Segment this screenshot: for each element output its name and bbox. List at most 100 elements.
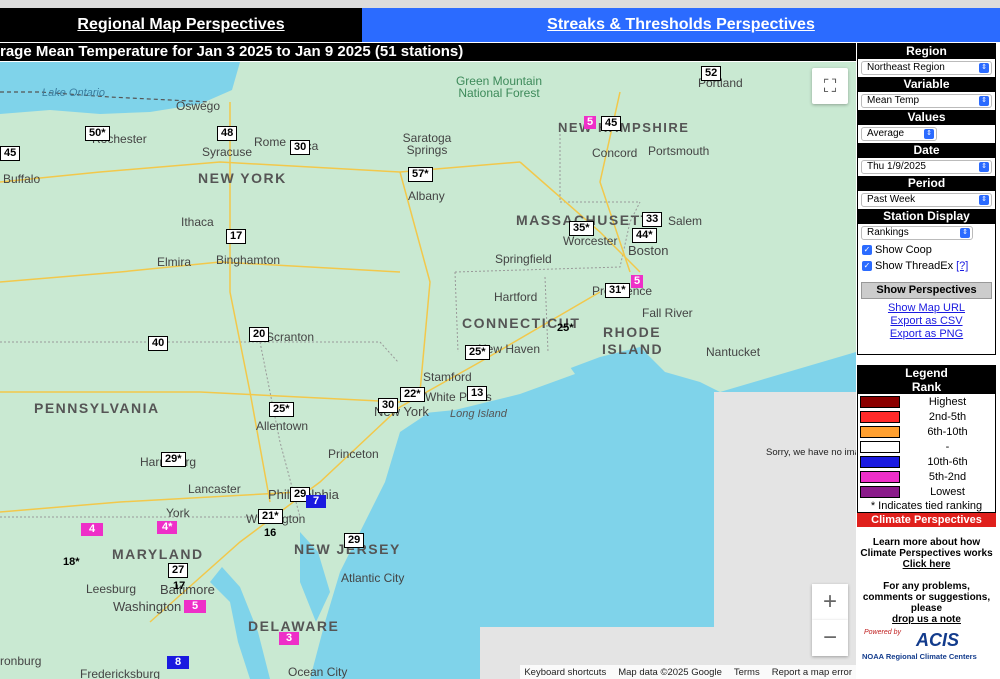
values-value: Average <box>867 128 905 139</box>
place-label: Long Island <box>450 408 507 420</box>
values-select[interactable]: Average ⇕ <box>861 127 937 141</box>
zoom-in-button[interactable]: + <box>812 584 848 620</box>
place-label: Lake Ontario <box>42 87 105 99</box>
info-block: Learn more about how Climate Perspective… <box>857 537 996 625</box>
period-select[interactable]: Past Week ⇕ <box>861 193 992 207</box>
station-marker[interactable]: 20 <box>249 327 270 342</box>
station-marker[interactable]: 25* <box>554 322 577 335</box>
place-label: Washington <box>113 599 182 614</box>
station-marker[interactable]: 5 <box>584 116 597 129</box>
date-select[interactable]: Thu 1/9/2025 ⇕ <box>861 160 992 174</box>
station-marker[interactable]: 4 <box>81 523 104 536</box>
station-marker[interactable]: 31* <box>605 283 630 298</box>
station-marker[interactable]: 50* <box>85 126 110 141</box>
acis-powered-text: Powered by <box>864 629 901 636</box>
report-error-link[interactable]: Report a map error <box>772 667 852 678</box>
station-marker[interactable]: 18* <box>60 556 83 569</box>
region-value: Northeast Region <box>867 62 945 73</box>
place-label: Buffalo <box>3 172 41 186</box>
terms-link[interactable]: Terms <box>734 667 760 678</box>
station-marker[interactable]: 3 <box>279 632 300 645</box>
show-map-url-link[interactable]: Show Map URL <box>858 302 995 315</box>
station-marker[interactable]: 45 <box>601 116 622 131</box>
station-marker[interactable]: 45 <box>0 146 21 161</box>
browser-chrome-strip <box>0 0 1000 8</box>
show-perspectives-button[interactable]: Show Perspectives <box>861 282 992 299</box>
perspective-tabs: Regional Map Perspectives Streaks & Thre… <box>0 8 1000 42</box>
station-marker[interactable]: 7 <box>306 495 327 508</box>
station-marker[interactable]: 44* <box>632 228 657 243</box>
acis-subtitle: NOAA Regional Climate Centers <box>862 652 977 661</box>
station-display-select[interactable]: Rankings ⇕ <box>861 226 973 240</box>
station-marker[interactable]: 13 <box>467 386 488 401</box>
station-marker[interactable]: 48 <box>217 126 238 141</box>
station-marker[interactable]: 5 <box>631 275 644 288</box>
tab-regional-map[interactable]: Regional Map Perspectives <box>0 8 362 42</box>
station-marker[interactable]: 35* <box>569 221 594 236</box>
place-label: Hartford <box>494 290 538 304</box>
station-marker[interactable]: 27 <box>168 563 189 578</box>
place-label: Springfield <box>495 252 552 266</box>
select-arrow-icon: ⇕ <box>979 96 989 106</box>
legend-row: Highest <box>858 394 995 409</box>
place-label: Elmira <box>157 255 192 269</box>
place-label: Albany <box>408 189 445 203</box>
date-heading: Date <box>858 143 995 158</box>
station-marker[interactable]: 4* <box>157 521 178 534</box>
legend-swatch <box>860 455 900 468</box>
export-png-link[interactable]: Export as PNG <box>858 328 995 341</box>
station-marker[interactable]: 30 <box>290 140 311 155</box>
station-marker[interactable]: 5 <box>184 600 207 613</box>
station-marker[interactable]: 40 <box>148 336 169 351</box>
station-marker[interactable]: 57* <box>408 167 433 182</box>
place-label: Concord <box>592 146 638 160</box>
threadex-help-link[interactable]: [?] <box>956 258 968 274</box>
climate-perspectives-bar: Climate Perspectives <box>857 513 996 527</box>
legend-label: 5th-2nd <box>928 470 967 483</box>
show-coop-checkbox[interactable]: ✓ Show Coop <box>858 242 995 258</box>
drop-note-link[interactable]: drop us a note <box>892 614 961 625</box>
tab-streaks-thresholds[interactable]: Streaks & Thresholds Perspectives <box>362 8 1000 42</box>
place-label: Worcester <box>563 234 618 248</box>
station-marker[interactable]: 17 <box>170 580 188 593</box>
station-marker[interactable]: 21* <box>258 509 283 524</box>
legend-swatch <box>860 440 900 453</box>
legend-label: Lowest <box>930 485 965 498</box>
variable-select[interactable]: Mean Temp ⇕ <box>861 94 992 108</box>
keyboard-shortcuts-link[interactable]: Keyboard shortcuts <box>524 667 606 678</box>
legend-label: Highest <box>928 395 967 408</box>
station-marker[interactable]: 52 <box>701 66 722 81</box>
select-arrow-icon: ⇕ <box>979 195 989 205</box>
region-select[interactable]: Northeast Region ⇕ <box>861 61 992 75</box>
select-arrow-icon: ⇕ <box>979 162 989 172</box>
show-threadex-checkbox[interactable]: ✓ Show ThreadEx [?] <box>858 258 995 274</box>
fullscreen-icon[interactable]: ⛶ <box>812 68 848 104</box>
place-label: Salem <box>668 214 703 228</box>
legend-label: 6th-10th <box>927 425 968 438</box>
map-attribution: Keyboard shortcuts Map data ©2025 Google… <box>520 665 856 679</box>
station-marker[interactable]: 22* <box>400 387 425 402</box>
legend-row: - <box>858 439 995 454</box>
variable-value: Mean Temp <box>867 95 920 106</box>
station-marker[interactable]: 16 <box>261 527 279 540</box>
map-area[interactable]: Lake Ontario Oswego Rochester Syracuse R… <box>0 62 856 679</box>
station-marker[interactable]: 29 <box>344 533 365 548</box>
select-arrow-icon: ⇕ <box>979 63 989 73</box>
station-marker[interactable]: 30 <box>378 398 399 413</box>
station-marker[interactable]: 17 <box>226 229 247 244</box>
legend-swatch <box>860 485 900 498</box>
station-marker[interactable]: 8 <box>167 656 190 669</box>
legend-title: Legend <box>858 366 995 380</box>
acis-logo: Powered by ACIS NOAA Regional Climate Ce… <box>860 625 990 663</box>
place-label: Green Mountain National Forest <box>455 74 543 100</box>
station-marker[interactable]: 25* <box>269 402 294 417</box>
station-marker[interactable]: 29* <box>161 452 186 467</box>
control-panel: Region Northeast Region ⇕ Variable Mean T… <box>857 43 996 355</box>
place-label: Stamford <box>423 370 472 384</box>
click-here-link[interactable]: Click here <box>903 559 951 570</box>
station-marker[interactable]: 33 <box>642 212 663 227</box>
export-csv-link[interactable]: Export as CSV <box>858 315 995 328</box>
station-marker[interactable]: 25* <box>465 345 490 360</box>
station-display-value: Rankings <box>867 227 909 238</box>
zoom-out-button[interactable]: − <box>812 620 848 656</box>
